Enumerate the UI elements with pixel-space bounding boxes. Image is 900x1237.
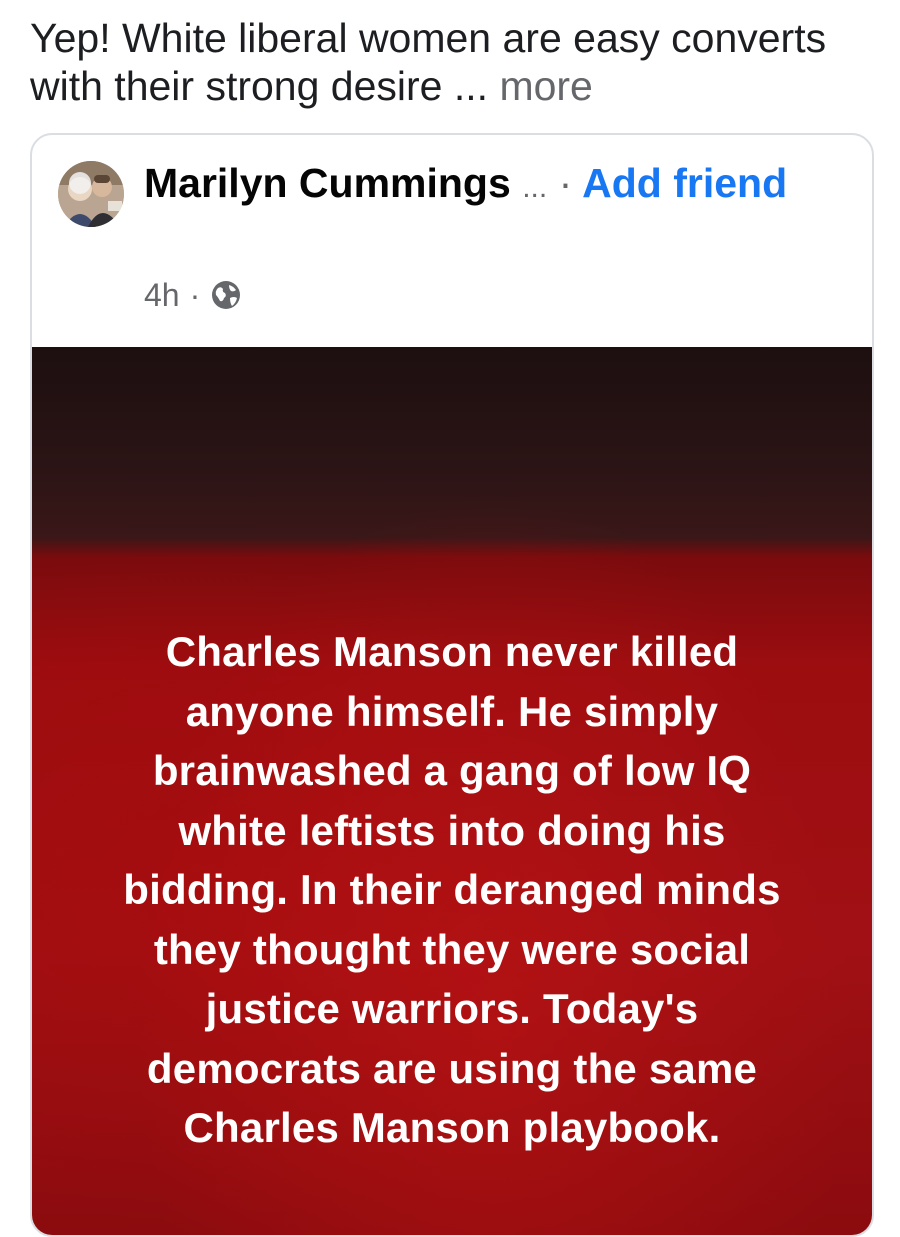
image-text-line: justice warriors. Today's — [205, 985, 699, 1032]
author-separator: · — [558, 160, 573, 206]
globe-icon — [210, 279, 242, 311]
post-timestamp[interactable]: 4h — [144, 275, 180, 315]
image-text-line: brainwashed a gang of low IQ — [152, 747, 752, 794]
author-line: Marilyn Cummings ... · Add friend — [144, 155, 844, 216]
author-truncation: ... — [522, 171, 548, 204]
author-name[interactable]: Marilyn Cummings — [144, 160, 511, 206]
see-more-link[interactable]: more — [499, 63, 592, 109]
image-text-line: democrats are using the same — [146, 1044, 758, 1092]
image-text-block: Charles Manson never killed anyone himse… — [32, 622, 872, 1158]
image-text-line: Charles Manson playbook. — [183, 1104, 721, 1151]
image-text-line: Charles Manson never killed — [165, 628, 739, 675]
add-friend-link[interactable]: Add friend — [582, 160, 787, 206]
author-avatar[interactable] — [58, 161, 124, 227]
image-text-line: white leftists into doing his — [178, 806, 726, 854]
avatar-photo-icon — [58, 161, 124, 227]
post-image[interactable]: Charles Manson never killed anyone himse… — [32, 347, 872, 1235]
image-text-line: anyone himself. He simply — [185, 687, 719, 735]
caption-ellipsis: ... — [442, 63, 500, 109]
image-text-line: they thought they were social — [153, 925, 751, 973]
image-text-line: bidding. In their deranged minds — [123, 866, 781, 913]
post-caption: Yep! White liberal women are easy conver… — [30, 14, 880, 110]
caption-text: Yep! White liberal women are easy conver… — [30, 15, 827, 109]
post-header: Marilyn Cummings ... · Add friend 4h · — [32, 135, 872, 347]
post-meta: 4h · — [144, 275, 242, 315]
meta-separator: · — [189, 277, 201, 313]
shared-post-card: Marilyn Cummings ... · Add friend 4h · C… — [30, 133, 874, 1237]
